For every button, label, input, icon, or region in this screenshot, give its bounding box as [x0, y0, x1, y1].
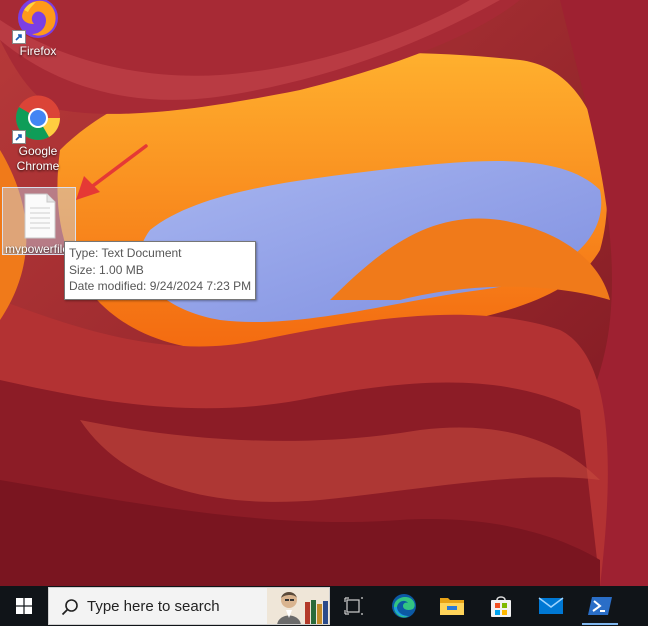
- chrome-desktop-icon[interactable]: Google Chrome: [2, 94, 74, 174]
- tooltip-type: Type: Text Document: [69, 246, 182, 260]
- file-explorer-taskbar-button[interactable]: [428, 586, 476, 626]
- firefox-icon: [12, 0, 62, 44]
- mail-taskbar-button[interactable]: [527, 586, 575, 626]
- taskbar: Type here to search: [0, 586, 648, 626]
- edge-taskbar-button[interactable]: [380, 586, 428, 626]
- search-highlight-illustration-icon: [267, 588, 329, 624]
- microsoft-store-icon: [491, 596, 511, 617]
- red-pointer-arrow: [76, 144, 148, 200]
- file-info-tooltip: Type: Text Document Size: 1.00 MB Date m…: [64, 241, 257, 300]
- chrome-label: Google Chrome: [16, 144, 60, 173]
- tooltip-size: Size: 1.00 MB: [69, 262, 144, 277]
- file-explorer-icon: [440, 598, 464, 615]
- search-icon: [61, 599, 78, 616]
- task-view-icon: [344, 597, 363, 615]
- powershell-icon: [588, 597, 612, 615]
- edge-icon: [392, 594, 416, 618]
- tooltip-date-modified: Date modified: 9/24/2024 7:23 PM: [69, 279, 252, 293]
- firefox-desktop-icon[interactable]: Firefox: [2, 0, 74, 59]
- task-view-button[interactable]: [330, 586, 378, 626]
- text-document-icon: [15, 192, 63, 240]
- firefox-label: Firefox: [19, 44, 57, 58]
- chrome-icon: [12, 94, 62, 144]
- taskbar-search-box[interactable]: Type here to search: [48, 587, 330, 625]
- start-button[interactable]: [0, 586, 48, 626]
- microsoft-store-taskbar-button[interactable]: [477, 586, 525, 626]
- desktop[interactable]: Firefox Google Chrome mypowerfile Type: …: [0, 0, 648, 586]
- shortcut-arrow-icon: [12, 130, 26, 144]
- shortcut-arrow-icon: [12, 30, 26, 44]
- search-placeholder: Type here to search: [87, 598, 220, 615]
- mail-icon: [538, 597, 564, 614]
- powershell-taskbar-button[interactable]: [576, 586, 624, 626]
- windows-logo-icon: [16, 598, 32, 614]
- active-app-indicator: [582, 623, 618, 625]
